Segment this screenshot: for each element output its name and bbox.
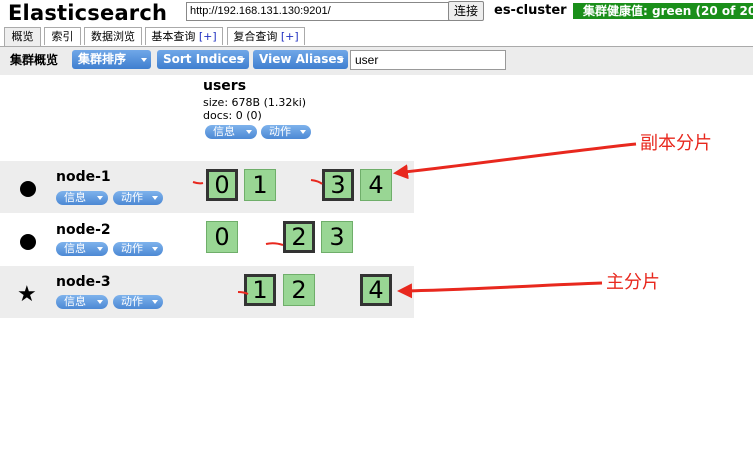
replica-arrow <box>393 142 637 180</box>
primary-arrow <box>397 281 603 299</box>
primary-tick <box>192 181 204 185</box>
primary-tick <box>310 179 323 185</box>
primary-shard-annotation: 主分片 <box>606 272 660 293</box>
primary-tick <box>265 242 284 246</box>
replica-shard-annotation: 副本分片 <box>640 133 712 154</box>
primary-tick <box>237 291 249 295</box>
annotation-layer <box>192 142 637 299</box>
